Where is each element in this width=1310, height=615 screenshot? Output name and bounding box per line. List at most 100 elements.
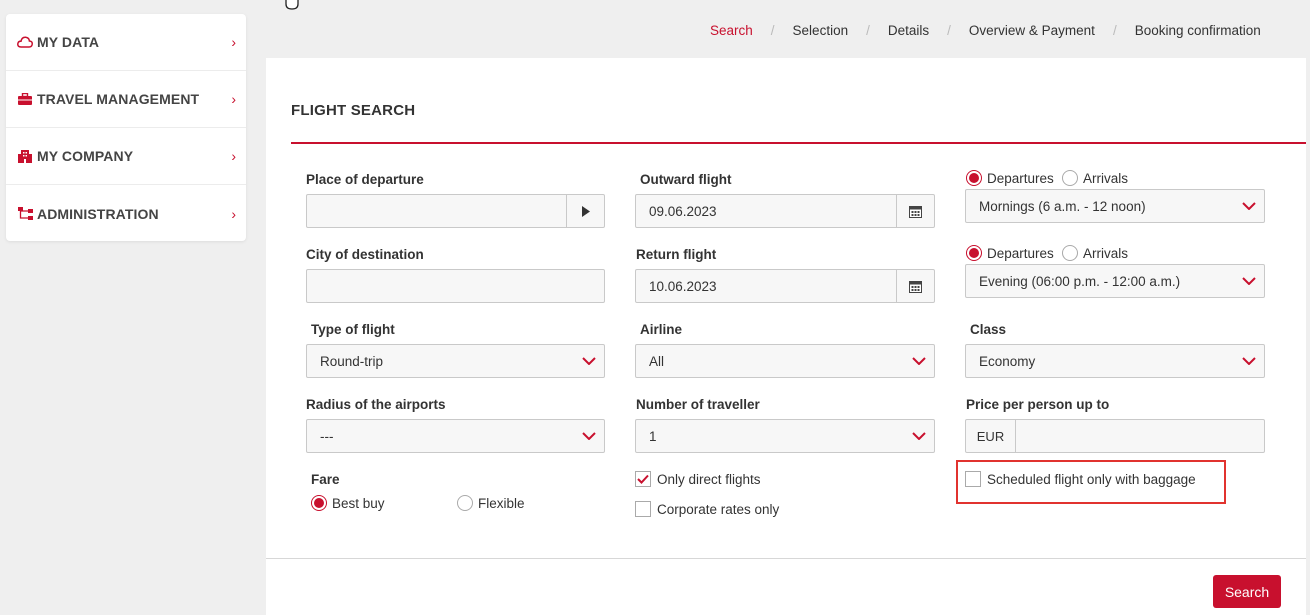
return-arrivals-radio[interactable]: Arrivals: [1062, 245, 1128, 261]
fare-best-buy-radio[interactable]: Best buy: [311, 495, 385, 511]
destination-label: City of destination: [306, 247, 424, 262]
radio-label: Flexible: [478, 495, 525, 511]
chevron-down-icon: [1234, 357, 1264, 365]
chevron-down-icon: [904, 432, 934, 440]
page-title: FLIGHT SEARCH: [291, 102, 416, 119]
baggage-checkbox[interactable]: Scheduled flight only with baggage: [965, 471, 1196, 487]
travellers-value: 1: [649, 428, 657, 444]
breadcrumb-separator: /: [1112, 23, 1117, 38]
outward-date-field[interactable]: 09.06.2023: [635, 194, 935, 228]
corporate-rates-checkbox[interactable]: Corporate rates only: [635, 501, 779, 517]
breadcrumb-selection[interactable]: Selection: [793, 23, 849, 38]
checkbox-unchecked: [965, 471, 981, 487]
sidebar-item-label: TRAVEL MANAGEMENT: [37, 91, 200, 107]
departure-label: Place of departure: [306, 172, 424, 187]
breadcrumb-separator: /: [947, 23, 951, 38]
checkbox-unchecked: [635, 501, 651, 517]
breadcrumb-details[interactable]: Details: [888, 23, 929, 38]
sidebar-item-my-company[interactable]: MY COMPANY ›: [6, 128, 246, 185]
chevron-down-icon: [1234, 277, 1264, 285]
calendar-icon[interactable]: [896, 195, 934, 227]
radio-selected: [311, 495, 327, 511]
airline-label: Airline: [640, 322, 683, 337]
currency-label: EUR: [966, 420, 1016, 452]
breadcrumb-booking-confirmation[interactable]: Booking confirmation: [1135, 23, 1261, 38]
airline-select[interactable]: All: [635, 344, 935, 378]
departure-field[interactable]: [306, 194, 605, 228]
search-button[interactable]: Search: [1213, 575, 1281, 608]
chevron-down-icon: [904, 357, 934, 365]
outward-date-value: 09.06.2023: [649, 203, 717, 219]
return-date-field[interactable]: 10.06.2023: [635, 269, 935, 303]
travellers-label: Number of traveller: [636, 397, 760, 412]
footer-divider: [266, 558, 1306, 559]
breadcrumb-overview-payment[interactable]: Overview & Payment: [969, 23, 1095, 38]
sidebar-item-label: MY DATA: [37, 34, 100, 50]
breadcrumb-separator: /: [866, 23, 870, 38]
radio-selected: [966, 170, 982, 186]
return-departures-radio[interactable]: Departures: [966, 245, 1054, 261]
flight-type-value: Round-trip: [320, 353, 384, 369]
radio-label: Best buy: [332, 495, 385, 511]
sidebar: MY DATA › TRAVEL MANAGEMENT › MY COMPANY…: [6, 14, 246, 241]
price-field[interactable]: EUR: [965, 419, 1265, 453]
chevron-down-icon: [574, 432, 604, 440]
chevron-right-icon: ›: [231, 205, 236, 222]
radio-unselected: [1062, 245, 1078, 261]
chevron-right-icon: ›: [231, 91, 236, 107]
outward-arrivals-radio[interactable]: Arrivals: [1062, 170, 1128, 186]
play-icon[interactable]: [566, 195, 604, 227]
return-date-value: 10.06.2023: [649, 278, 717, 294]
breadcrumb: Search / Selection / Details / Overview …: [710, 23, 1261, 38]
chevron-down-icon: [1234, 202, 1264, 210]
radius-value: ---: [320, 428, 334, 444]
outward-departures-radio[interactable]: Departures: [966, 170, 1054, 186]
price-label: Price per person up to: [966, 397, 1110, 412]
radio-label: Departures: [987, 170, 1054, 186]
cloud-icon: [17, 35, 33, 49]
sidebar-item-label: MY COMPANY: [37, 148, 134, 164]
radius-label: Radius of the airports: [306, 397, 446, 412]
breadcrumb-separator: /: [770, 23, 775, 38]
calendar-icon[interactable]: [896, 270, 934, 302]
travellers-select[interactable]: 1: [635, 419, 935, 453]
return-label: Return flight: [636, 247, 717, 262]
class-select[interactable]: Economy: [965, 344, 1265, 378]
outward-time-select[interactable]: Mornings (6 a.m. - 12 noon): [965, 189, 1265, 223]
radio-label: Arrivals: [1083, 245, 1129, 261]
checkbox-label: Scheduled flight only with baggage: [987, 471, 1196, 487]
destination-field[interactable]: [306, 269, 605, 303]
class-value: Economy: [979, 353, 1036, 369]
radio-unselected: [457, 495, 473, 511]
fare-flexible-radio[interactable]: Flexible: [457, 495, 525, 511]
sidebar-item-administration[interactable]: ADMINISTRATION ›: [6, 185, 246, 242]
airline-value: All: [649, 353, 665, 369]
checkbox-label: Only direct flights: [657, 471, 761, 487]
sitemap-icon: [17, 207, 33, 221]
radio-label: Arrivals: [1083, 170, 1129, 186]
building-icon: [17, 149, 33, 163]
checkbox-checked: [635, 471, 651, 487]
hand-cursor-icon: [285, 0, 299, 10]
title-divider: [291, 142, 1306, 144]
class-label: Class: [970, 322, 1007, 337]
sidebar-item-label: ADMINISTRATION: [37, 205, 159, 222]
outward-time-value: Mornings (6 a.m. - 12 noon): [979, 198, 1146, 214]
chevron-right-icon: ›: [231, 34, 236, 50]
radio-unselected: [1062, 170, 1078, 186]
sidebar-item-travel-management[interactable]: TRAVEL MANAGEMENT ›: [6, 71, 246, 128]
direct-flights-checkbox[interactable]: Only direct flights: [635, 471, 761, 487]
sidebar-item-my-data[interactable]: MY DATA ›: [6, 14, 246, 71]
chevron-down-icon: [574, 357, 604, 365]
checkbox-label: Corporate rates only: [657, 501, 780, 517]
return-time-select[interactable]: Evening (06:00 p.m. - 12:00 a.m.): [965, 264, 1265, 298]
return-time-value: Evening (06:00 p.m. - 12:00 a.m.): [979, 273, 1181, 289]
radio-label: Departures: [987, 245, 1054, 261]
fare-label: Fare: [311, 472, 340, 487]
radius-select[interactable]: ---: [306, 419, 605, 453]
radio-selected: [966, 245, 982, 261]
breadcrumb-search[interactable]: Search: [710, 23, 753, 38]
flight-type-select[interactable]: Round-trip: [306, 344, 605, 378]
flight-type-label: Type of flight: [311, 322, 395, 337]
outward-label: Outward flight: [640, 172, 732, 187]
